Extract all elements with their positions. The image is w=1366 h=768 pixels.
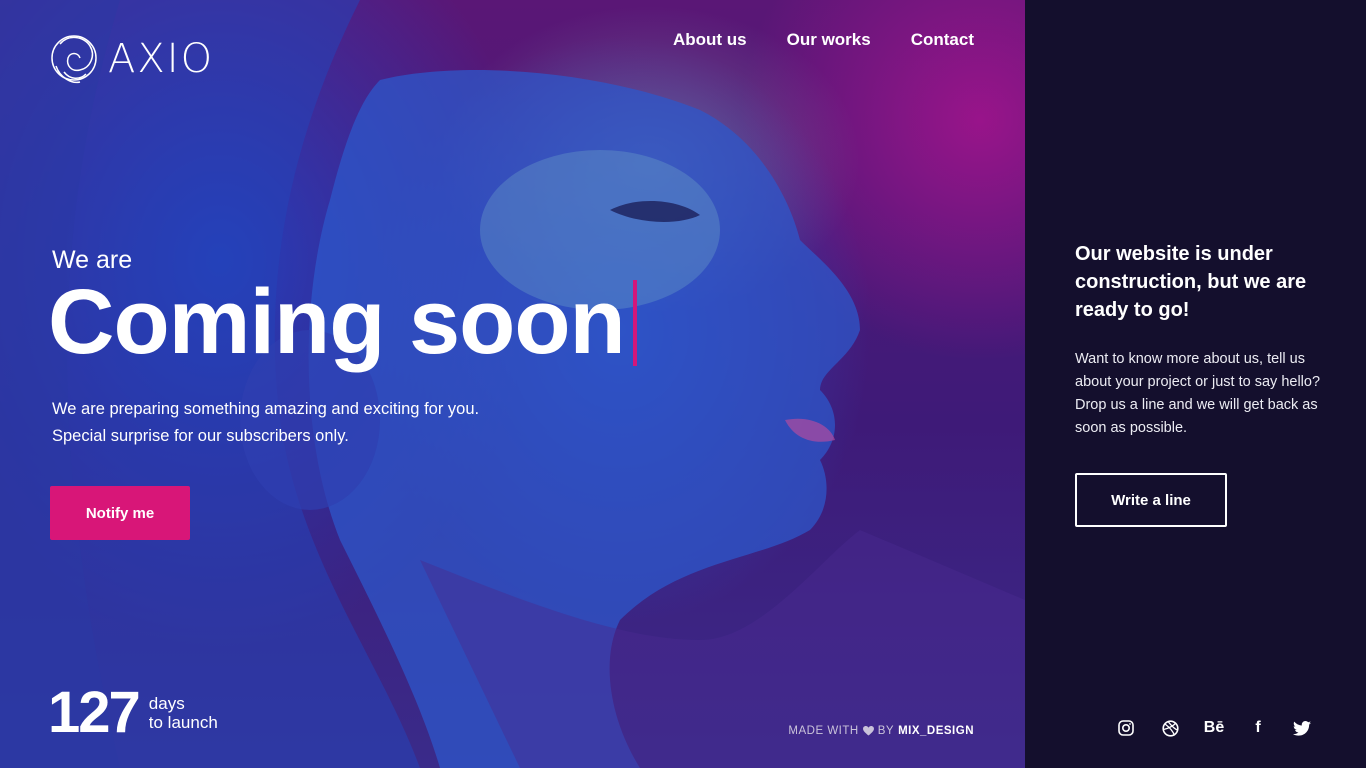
typing-cursor (632, 279, 637, 366)
hero-lead-line-2: Special surprise for our subscribers onl… (52, 427, 349, 445)
hero-title-wrap: Coming soon (48, 271, 637, 373)
hero-lead-line-1: We are preparing something amazing and e… (52, 400, 480, 418)
made-with-text: MADE WITH (788, 725, 859, 737)
panel-title: Our website is under construction, but w… (1075, 243, 1307, 321)
countdown-number: 127 (48, 680, 141, 745)
write-a-line-button[interactable]: Write a line (1075, 473, 1227, 527)
made-with-credit: MADE WITH BY MIX_DESIGN (788, 725, 974, 737)
countdown: 127 days to launch (48, 684, 218, 742)
countdown-label: days to launch (149, 694, 218, 732)
main-nav: About us Our works Contact (673, 30, 974, 50)
social-links: Bē f (1117, 718, 1311, 738)
heart-icon (862, 726, 874, 736)
made-by-text: BY (877, 725, 895, 737)
hero-section: AXIO About us Our works Contact We are C… (0, 0, 1025, 768)
behance-icon[interactable]: Bē (1204, 718, 1224, 738)
hero-title: Coming soon (48, 271, 626, 373)
panel-body: Want to know more about us, tell us abou… (1075, 351, 1321, 436)
dribbble-icon[interactable] (1161, 718, 1179, 738)
brand-name: AXIO (108, 36, 215, 82)
countdown-unit: days (148, 694, 185, 713)
nav-about-us[interactable]: About us (673, 30, 747, 50)
info-panel: Our website is under construction, but w… (1025, 0, 1366, 768)
nav-contact[interactable]: Contact (911, 30, 974, 50)
notify-me-button[interactable]: Notify me (50, 486, 190, 540)
twitter-icon[interactable] (1293, 718, 1311, 738)
hero-portrait-image (0, 0, 1025, 768)
brand-logo[interactable]: AXIO (50, 28, 214, 90)
countdown-caption: to launch (148, 713, 218, 732)
nav-our-works[interactable]: Our works (787, 30, 871, 50)
logo-mark-icon (51, 35, 97, 84)
hero-lead: We are preparing something amazing and e… (52, 396, 479, 450)
author-link[interactable]: MIX_DESIGN (898, 725, 974, 737)
facebook-icon[interactable]: f (1249, 718, 1267, 738)
instagram-icon[interactable] (1117, 718, 1135, 738)
